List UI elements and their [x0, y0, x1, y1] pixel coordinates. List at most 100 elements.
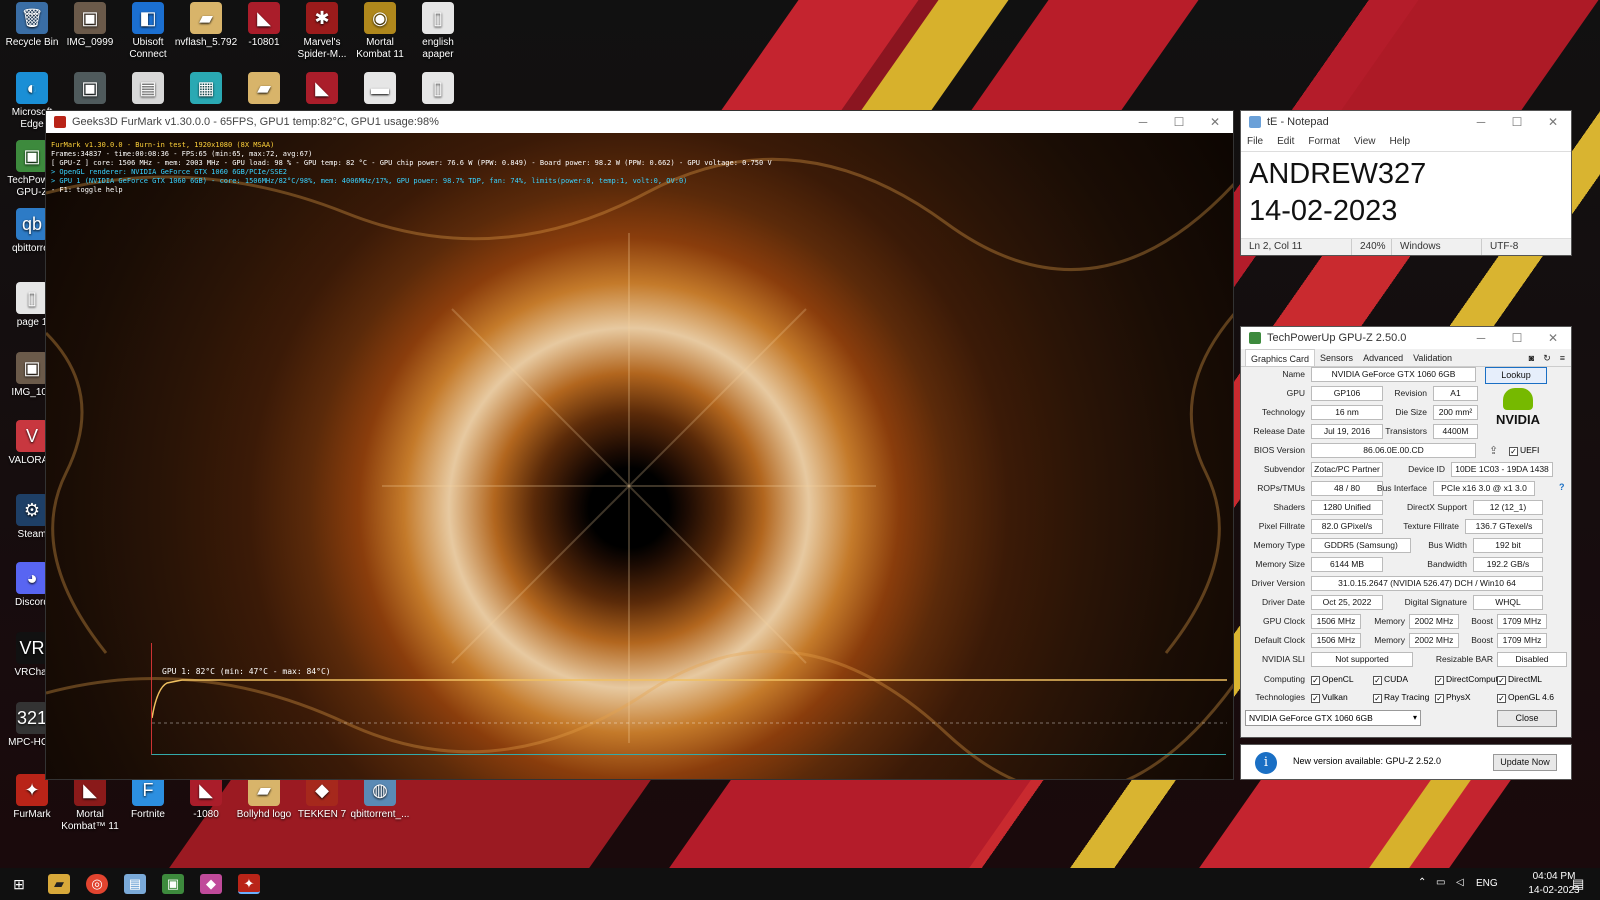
notepad-window[interactable]: tE - Notepad ─ ☐ ✕ File Edit Format View…	[1240, 110, 1572, 256]
desktop-icon-label: FurMark	[13, 809, 51, 820]
desktop-icon[interactable]: ◣ -1080	[174, 774, 238, 821]
tray-chevron-icon[interactable]: ⌃	[1418, 877, 1426, 888]
technologies-checkbox-label: OpenGL 4.6	[1508, 692, 1554, 702]
desktop-icon[interactable]: ◧ Ubisoft Connect	[116, 2, 180, 61]
gpuz-window[interactable]: TechPowerUp GPU-Z 2.50.0 ─ ☐ ✕ Graphics …	[1240, 326, 1572, 738]
checkmark-icon: ✓	[1497, 694, 1506, 703]
gpuz-taskbar-icon[interactable]: ▣	[162, 874, 184, 894]
tab-advanced[interactable]: Advanced	[1358, 349, 1408, 366]
share-icon[interactable]: ⇪	[1489, 444, 1498, 457]
desktop-icon[interactable]: ▯ english apaper	[406, 2, 470, 61]
close-button[interactable]: ✕	[1197, 111, 1233, 133]
bus-interface-help-icon[interactable]: ?	[1559, 482, 1565, 492]
maximize-button[interactable]: ☐	[1499, 327, 1535, 349]
desktop-icon[interactable]: ▣	[58, 72, 122, 107]
chrome-icon[interactable]: ◎	[86, 874, 108, 894]
nvidia-eye-icon	[1503, 388, 1533, 410]
wallpaper-stripe	[669, 780, 1031, 868]
desktop-icon-image: ▦	[190, 72, 222, 104]
minimize-button[interactable]: ─	[1463, 327, 1499, 349]
minimize-button[interactable]: ─	[1125, 111, 1161, 133]
menu-help[interactable]: Help	[1390, 133, 1411, 151]
menu-format[interactable]: Format	[1308, 133, 1340, 151]
computing-checkbox[interactable]: ✓ DirectCompute	[1435, 674, 1503, 685]
furmark-taskbar-icon[interactable]: ✦	[238, 874, 260, 894]
lookup-button[interactable]: Lookup	[1485, 367, 1547, 384]
maximize-button[interactable]: ☐	[1161, 111, 1197, 133]
desktop-icon[interactable]: ◣ Mortal Kombat™ 11	[58, 774, 122, 833]
gpuz-app-icon	[1249, 332, 1261, 344]
memory-size-label: Memory Size	[1255, 559, 1305, 569]
menu-icon[interactable]: ≡	[1555, 349, 1571, 366]
desktop-icon[interactable]: ▰	[232, 72, 296, 107]
gpuz-titlebar[interactable]: TechPowerUp GPU-Z 2.50.0 ─ ☐ ✕	[1241, 327, 1571, 349]
technologies-checkbox[interactable]: ✓ PhysX	[1435, 692, 1471, 703]
desktop-icon[interactable]: ▣ IMG_0999	[58, 2, 122, 49]
maximize-button[interactable]: ☐	[1499, 111, 1535, 133]
computing-checkbox[interactable]: ✓ CUDA	[1373, 674, 1408, 685]
desktop-icon[interactable]: ◆ TEKKEN 7	[290, 774, 354, 821]
texture-fillrate-label: Texture Fillrate	[1403, 521, 1459, 531]
temperature-graph: GPU 1: 82°C (min: 47°C - max: 84°C)	[151, 643, 1227, 755]
furmark-info-line: Frames:34837 - time:00:08:36 - FPS:65 (m…	[51, 150, 313, 158]
menu-edit[interactable]: Edit	[1277, 133, 1294, 151]
desktop-icon[interactable]: F Fortnite	[116, 774, 180, 821]
computing-checkbox[interactable]: ✓ OpenCL	[1311, 674, 1354, 685]
desktop-icon-image: ▣	[74, 2, 106, 34]
desktop-icon[interactable]: ✦ FurMark	[0, 774, 64, 821]
revision-value: A1	[1433, 386, 1478, 401]
start-button[interactable]: ⊞	[8, 874, 30, 894]
desktop-icon[interactable]: ◍ qbittorrent_...	[348, 774, 412, 821]
tab-graphics-card[interactable]: Graphics Card	[1245, 349, 1316, 366]
network-icon[interactable]: ▭	[1436, 877, 1445, 888]
menu-file[interactable]: File	[1247, 133, 1263, 151]
bus-width-value: 192 bit	[1473, 538, 1543, 553]
default-clock-boost-label: Boost	[1471, 635, 1493, 645]
desktop-icon-image: ▰	[190, 2, 222, 34]
app-taskbar-icon[interactable]: ◆	[200, 874, 222, 894]
desktop-icon[interactable]: ▬	[348, 72, 412, 107]
close-dialog-button[interactable]: Close	[1497, 710, 1557, 727]
file-explorer-icon[interactable]: ▰	[48, 874, 70, 894]
minimize-button[interactable]: ─	[1463, 111, 1499, 133]
desktop-icon[interactable]: ◣	[290, 72, 354, 107]
notepad-taskbar-icon[interactable]: ▤	[124, 874, 146, 894]
notifications-icon[interactable]: ▤	[1572, 876, 1584, 892]
desktop-icon-image: ✱	[306, 2, 338, 34]
computing-checkbox[interactable]: ✓ DirectML	[1497, 674, 1542, 685]
technologies-checkbox[interactable]: ✓ Ray Tracing	[1373, 692, 1429, 703]
desktop-icon[interactable]: ◣ -10801	[232, 2, 296, 49]
camera-icon[interactable]: ◙	[1524, 349, 1538, 366]
technologies-checkbox[interactable]: ✓ OpenGL 4.6	[1497, 692, 1554, 703]
notepad-text-area[interactable]: ANDREW327 14-02-2023	[1241, 151, 1571, 239]
desktop-icon[interactable]: ✱ Marvel's Spider-M...	[290, 2, 354, 61]
close-button[interactable]: ✕	[1535, 327, 1571, 349]
desktop-icon[interactable]: ▯	[406, 72, 470, 107]
furmark-titlebar[interactable]: Geeks3D FurMark v1.30.0.0 - 65FPS, GPU1 …	[46, 111, 1233, 133]
tab-sensors[interactable]: Sensors	[1315, 349, 1358, 366]
close-button[interactable]: ✕	[1535, 111, 1571, 133]
desktop-icon[interactable]: 🗑 Recycle Bin	[0, 2, 64, 49]
volume-icon[interactable]: ◁	[1456, 877, 1464, 888]
menu-view[interactable]: View	[1354, 133, 1376, 151]
desktop-icon[interactable]: ▤	[116, 72, 180, 107]
refresh-icon[interactable]: ↻	[1538, 349, 1555, 366]
desktop-icon-image: 🗑	[16, 2, 48, 34]
desktop-icon[interactable]: ▰ nvflash_5.792	[174, 2, 238, 49]
desktop-icon[interactable]: ◉ Mortal Kombat 11	[348, 2, 412, 61]
tab-validation[interactable]: Validation	[1408, 349, 1457, 366]
update-now-button[interactable]: Update Now	[1493, 754, 1557, 771]
wallpaper-stripe	[1199, 780, 1511, 868]
desktop-icon-label: Fortnite	[131, 809, 165, 820]
computing-checkbox-label: DirectCompute	[1446, 674, 1503, 684]
desktop-icon[interactable]: ▰ Bollyhd logo	[232, 774, 296, 821]
desktop-icon-image: ▣	[16, 140, 48, 172]
gpu-select-dropdown[interactable]: NVIDIA GeForce GTX 1060 6GB ▾	[1245, 710, 1421, 726]
notepad-titlebar[interactable]: tE - Notepad ─ ☐ ✕	[1241, 111, 1571, 133]
gpuz-title: TechPowerUp GPU-Z 2.50.0	[1267, 332, 1407, 344]
technologies-checkbox[interactable]: ✓ Vulkan	[1311, 692, 1348, 703]
desktop-icon-image: ✦	[16, 774, 48, 806]
desktop-icon[interactable]: ▦	[174, 72, 238, 107]
furmark-window[interactable]: Geeks3D FurMark v1.30.0.0 - 65FPS, GPU1 …	[45, 110, 1234, 780]
language-indicator[interactable]: ENG	[1476, 878, 1498, 889]
